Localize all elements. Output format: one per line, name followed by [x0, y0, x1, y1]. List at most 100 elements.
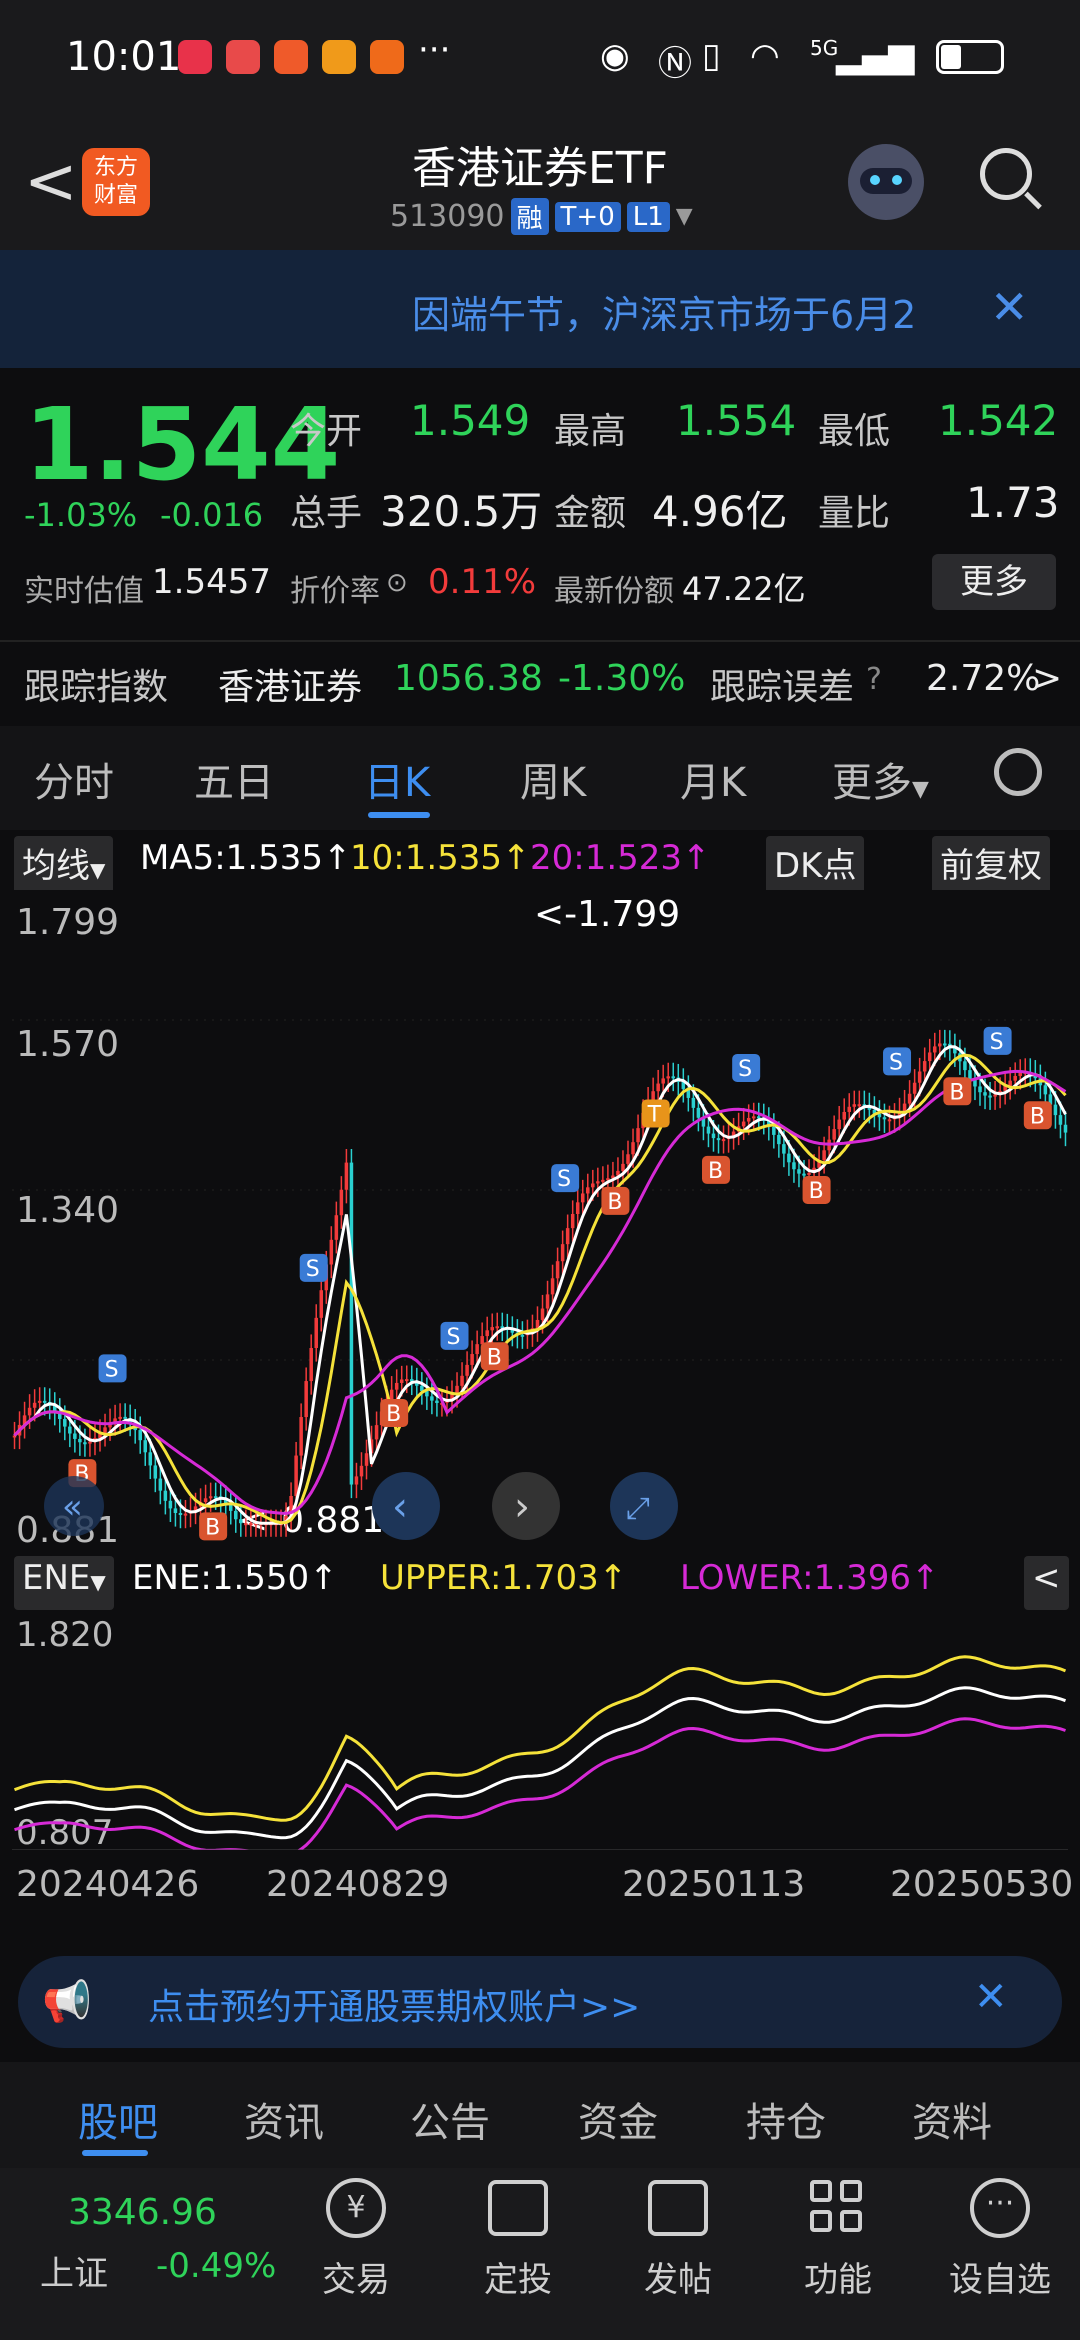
margin-tag: 融: [510, 198, 549, 235]
active-tab-indicator: [82, 2150, 148, 2156]
invest-plan-button[interactable]: 定投: [458, 2252, 578, 2301]
notice-bar[interactable]: 因端午节，沪深京市场于6月2 ✕: [0, 250, 1080, 368]
tab-intraday[interactable]: 分时: [34, 750, 114, 808]
functions-button[interactable]: 功能: [778, 2252, 898, 2301]
assistant-avatar-icon[interactable]: [848, 144, 924, 220]
index-name[interactable]: 上证: [40, 2246, 108, 2295]
discount-text: 0.11%: [428, 562, 537, 602]
candle-body: [1058, 1115, 1063, 1125]
estimate-value: 1.5457: [152, 562, 271, 602]
post-edit-icon: [648, 2180, 708, 2236]
candle-body: [978, 1086, 982, 1093]
candle-body: [203, 1498, 208, 1502]
candle-body: [78, 1438, 82, 1443]
candle-body: [601, 1179, 605, 1182]
tab-news[interactable]: 资讯: [244, 2090, 324, 2148]
candle-body: [153, 1465, 158, 1479]
candle-body: [299, 1417, 303, 1456]
candle-body: [1043, 1085, 1048, 1095]
candle-body: [943, 1043, 947, 1046]
status-bar: 10:01 ··· ◉ Ⓝ ▯ ◠ 5G ▂▄▆: [0, 0, 1080, 120]
tab-five-day[interactable]: 五日: [194, 750, 274, 808]
invest-plan-icon: [488, 2180, 548, 2236]
candle-body: [404, 1379, 409, 1382]
expand-icon: ⤢: [626, 1491, 650, 1526]
open-value: 1.549: [410, 396, 531, 445]
ene-indicator-chart[interactable]: 1.820 0.807: [12, 1610, 1068, 1850]
candle-body: [37, 1400, 42, 1403]
candle-body: [575, 1202, 580, 1214]
tab-daily-k[interactable]: 日K: [364, 750, 430, 808]
notice-text: 因端午节，沪深京市场于6月2: [412, 293, 917, 337]
t0-tag: T+0: [554, 201, 621, 232]
marker-letter: S: [105, 1357, 119, 1382]
share-value: 47.22亿: [682, 570, 806, 608]
promo-banner[interactable]: 📢 点击预约开通股票期权账户>> ✕: [18, 1956, 1062, 2048]
candle-body: [399, 1379, 404, 1383]
change-percent: -1.03%: [24, 496, 138, 534]
sub-indicator-select[interactable]: ENE▼: [14, 1556, 114, 1610]
candle-body: [661, 1078, 665, 1084]
high-value: 1.554: [676, 396, 797, 445]
chevron-down-icon: ▼: [675, 204, 693, 229]
info-icon[interactable]: ⊙: [386, 568, 408, 598]
marker-letter: B: [386, 1402, 401, 1427]
candle-body: [158, 1478, 163, 1491]
banner-text: 点击预约开通股票期权账户>>: [148, 1987, 641, 2028]
candle-body: [42, 1400, 47, 1403]
candle-body: [746, 1117, 751, 1122]
candle-body: [842, 1111, 846, 1120]
settings-gear-icon[interactable]: [994, 748, 1042, 796]
marker-letter: S: [447, 1325, 461, 1350]
track-index-percent: -1.30%: [558, 658, 686, 699]
candle-body: [691, 1097, 696, 1108]
candle-body: [27, 1407, 32, 1416]
close-icon[interactable]: ✕: [974, 1974, 1008, 2020]
search-icon[interactable]: [980, 148, 1032, 200]
candle-body: [706, 1126, 711, 1134]
candlestick-chart[interactable]: 1.799 1.570 1.340 0.881 <-1.799 <-0.881 …: [12, 890, 1068, 1550]
candle-body: [364, 1453, 369, 1466]
volume-ratio-label: 量比: [818, 493, 891, 534]
candle-body: [751, 1116, 756, 1119]
post-button[interactable]: 发帖: [618, 2252, 738, 2301]
tab-more[interactable]: 更多▼: [832, 750, 929, 808]
stock-code: 513090: [390, 199, 505, 234]
trade-button[interactable]: 交易: [296, 2252, 416, 2301]
tab-holdings[interactable]: 持仓: [746, 2090, 826, 2148]
tab-monthly-k[interactable]: 月K: [680, 750, 746, 808]
more-button[interactable]: 更多: [932, 554, 1056, 610]
add-watchlist-button[interactable]: 设自选: [940, 2252, 1060, 2301]
tab-weekly-k[interactable]: 周K: [520, 750, 586, 808]
tab-funds[interactable]: 资金: [578, 2090, 658, 2148]
marker-letter: T: [647, 1103, 662, 1128]
close-icon[interactable]: ✕: [990, 280, 1029, 334]
eye-icon: ◉: [600, 36, 630, 76]
adjust-mode-button[interactable]: 前复权: [932, 836, 1050, 894]
collapse-icon[interactable]: <: [1024, 1556, 1069, 1610]
level-tag: L1: [626, 201, 670, 232]
tab-profile[interactable]: 资料: [912, 2090, 992, 2148]
stock-code-row[interactable]: 513090 融 T+0 L1 ▼: [390, 198, 693, 235]
candle-body: [837, 1119, 841, 1130]
marker-letter: S: [557, 1167, 571, 1192]
candle-body: [118, 1416, 122, 1419]
marker-letter: B: [1030, 1104, 1045, 1129]
candle-body: [912, 1082, 917, 1094]
volume-ratio-value: 1.73: [966, 478, 1060, 527]
chevron-right-icon[interactable]: >: [1032, 658, 1062, 699]
track-index-name[interactable]: 香港证券: [218, 658, 362, 710]
candle-body: [696, 1107, 701, 1118]
candle-body: [354, 1476, 359, 1485]
volume-label: 总手: [290, 493, 363, 534]
candle-body: [339, 1189, 344, 1216]
help-icon[interactable]: ?: [866, 662, 882, 697]
low-label: 最低: [818, 411, 891, 452]
tab-announcements[interactable]: 公告: [410, 2090, 490, 2148]
tab-guba[interactable]: 股吧: [78, 2090, 158, 2148]
marker-letter: B: [949, 1080, 964, 1105]
candle-body: [777, 1134, 781, 1145]
indicator-type-select[interactable]: 均线▼: [14, 836, 114, 894]
dk-point-button[interactable]: DK点: [766, 836, 865, 894]
candle-body: [389, 1389, 394, 1400]
